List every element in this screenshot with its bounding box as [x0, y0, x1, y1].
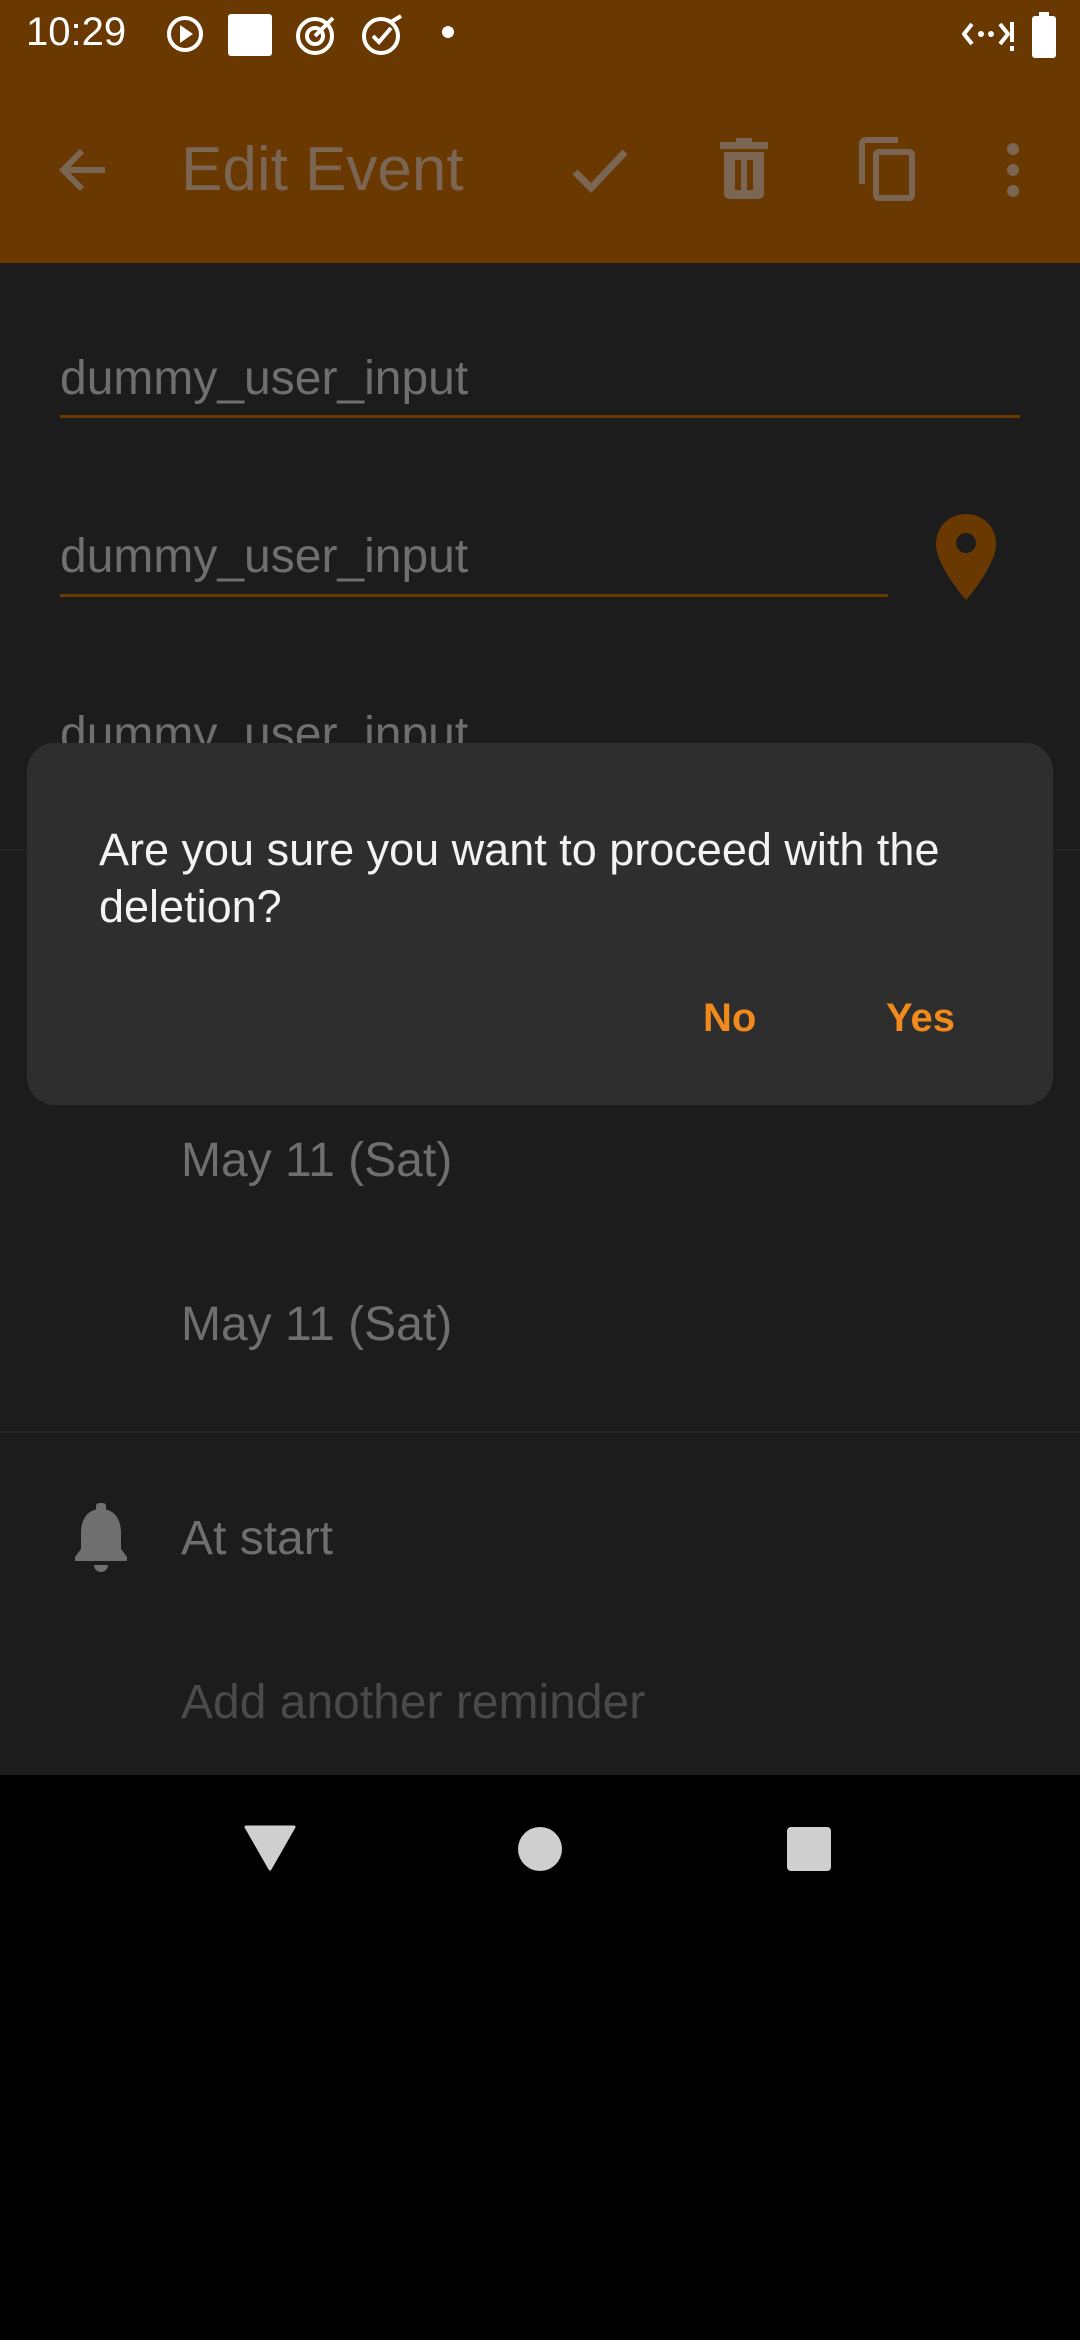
no-button[interactable]: No: [703, 996, 756, 1041]
copy-icon[interactable]: [858, 136, 916, 202]
bell-icon: [75, 1503, 127, 1572]
data-saver-icon: [962, 22, 1014, 51]
recents-nav-icon[interactable]: [786, 1826, 832, 1872]
back-nav-icon[interactable]: [244, 1825, 296, 1871]
check-icon[interactable]: [571, 146, 629, 196]
status-bar: 10:29: [0, 0, 1080, 70]
delete-confirm-dialog: Are you sure you want to proceed with th…: [27, 743, 1053, 1105]
title-field-underline: [60, 415, 1020, 418]
check-circle-status-icon: [362, 14, 403, 55]
screen: 10:29 Edit Event dummy_user_input dummy_…: [0, 0, 1080, 1775]
location-field-underline: [60, 594, 888, 597]
divider: [0, 1431, 1080, 1433]
yes-button[interactable]: Yes: [886, 996, 955, 1041]
home-nav-icon[interactable]: [517, 1826, 563, 1872]
back-arrow-icon[interactable]: [55, 142, 111, 198]
navigation-bar: [0, 1775, 1080, 1920]
app-bar: Edit Event: [0, 70, 1080, 263]
delete-icon[interactable]: [718, 138, 770, 200]
location-pin-icon[interactable]: [934, 512, 998, 602]
end-date[interactable]: May 11 (Sat): [181, 1297, 452, 1352]
reminder-item[interactable]: At start: [181, 1511, 333, 1566]
location-field[interactable]: dummy_user_input: [60, 529, 468, 584]
square-status-icon: [228, 14, 272, 56]
page-title: Edit Event: [181, 135, 464, 204]
dialog-message: Are you sure you want to proceed with th…: [99, 824, 940, 932]
target-status-icon: [296, 16, 335, 55]
play-status-icon: [167, 16, 203, 52]
more-vert-icon[interactable]: [1000, 142, 1026, 198]
dot-status-icon: [442, 26, 454, 38]
add-reminder-button[interactable]: Add another reminder: [181, 1675, 645, 1730]
status-time: 10:29: [26, 10, 127, 54]
title-field[interactable]: dummy_user_input: [60, 351, 468, 406]
battery-icon: [1032, 12, 1056, 58]
start-date[interactable]: May 11 (Sat): [181, 1133, 452, 1188]
